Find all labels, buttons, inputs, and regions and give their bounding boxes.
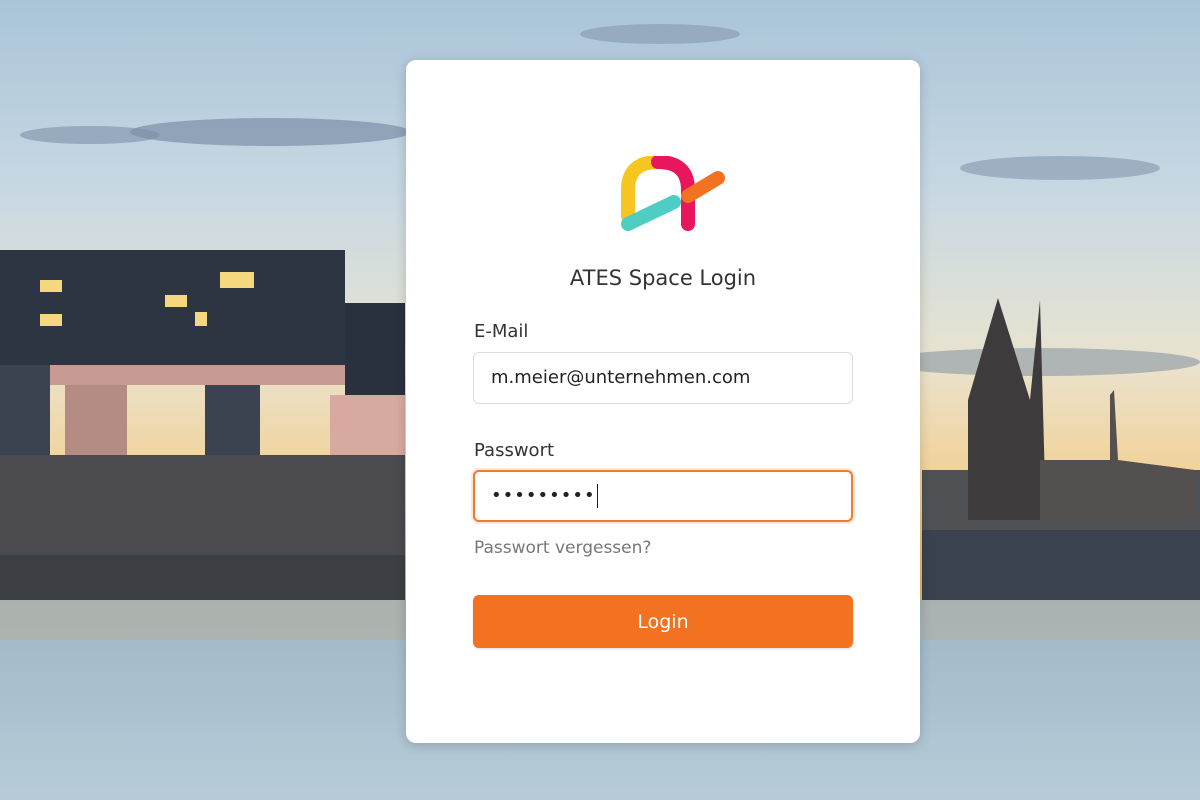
ates-logo-icon <box>621 156 725 231</box>
login-card: ATES Space Login E-Mail m.meier@unterneh… <box>406 60 920 743</box>
text-caret <box>596 484 598 508</box>
login-button[interactable]: Login <box>473 595 853 648</box>
forgot-password-link[interactable]: Passwort vergessen? <box>474 538 651 558</box>
password-field[interactable]: ••••••••• <box>473 470 853 522</box>
page-title: ATES Space Login <box>569 266 757 290</box>
password-value: ••••••••• <box>491 485 596 506</box>
email-field[interactable]: m.meier@unternehmen.com <box>473 352 853 404</box>
email-value: m.meier@unternehmen.com <box>491 367 751 388</box>
email-label: E-Mail <box>474 321 529 342</box>
password-label: Passwort <box>474 440 555 461</box>
